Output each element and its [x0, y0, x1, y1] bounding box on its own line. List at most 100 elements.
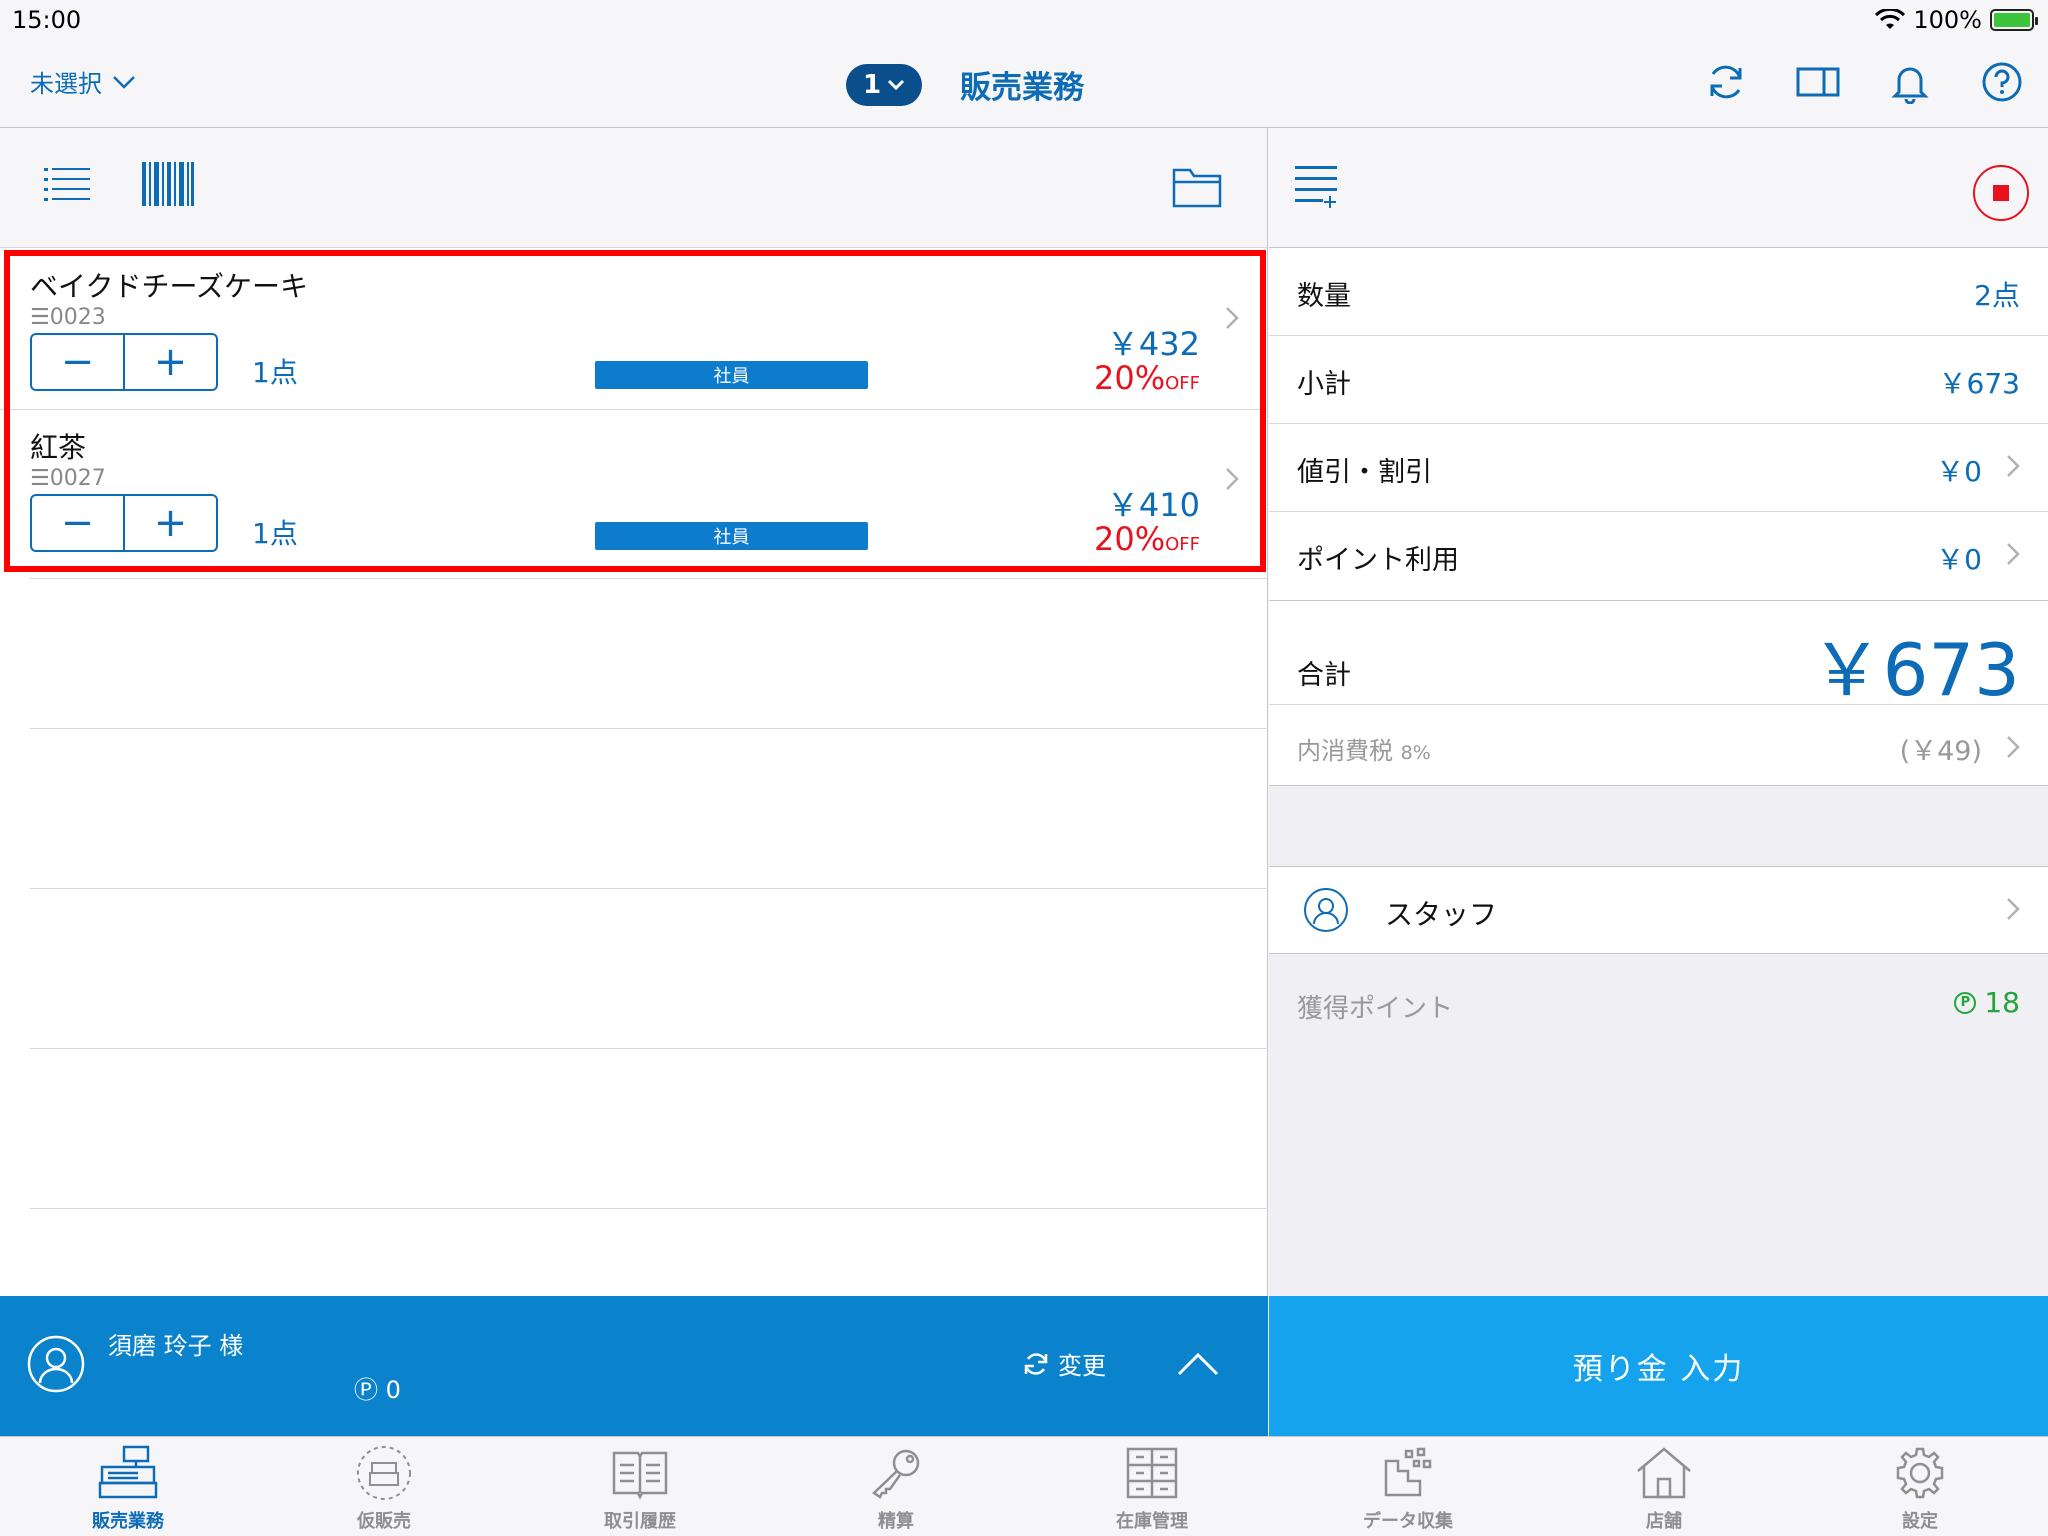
avatar-icon — [27, 1335, 85, 1393]
tab-label: 店舗 — [1646, 1511, 1682, 1532]
customer-select[interactable]: 未選択 — [30, 64, 136, 99]
tab-label: 取引履歴 — [604, 1511, 676, 1532]
item-discount: 20%OFF — [1094, 520, 1200, 558]
change-customer-button[interactable]: 変更 — [1022, 1346, 1106, 1381]
discount-tag: 社員 — [595, 522, 868, 550]
discount-row[interactable]: 値引・割引 ￥0 — [1269, 424, 2048, 512]
item-quantity: 1点 — [252, 356, 298, 389]
sync-icon[interactable] — [1704, 60, 1748, 104]
row-divider — [30, 1208, 1268, 1209]
staff-icon — [1304, 888, 1348, 932]
menu-icon: ☰ — [30, 466, 50, 491]
item-code: ☰0027 — [30, 466, 106, 491]
total-value: ￥673 — [1810, 628, 2020, 712]
battery-icon — [1990, 9, 2038, 31]
item-name: 紅茶 — [30, 431, 87, 464]
settings-icon — [1896, 1447, 1944, 1499]
point-icon: P — [1954, 991, 1977, 1014]
tab-store[interactable]: 店舗 — [1536, 1437, 1792, 1536]
earned-points-label: 獲得ポイント — [1297, 994, 1454, 1024]
summary-toolbar — [1269, 128, 2048, 248]
item-quantity: 1点 — [252, 517, 298, 550]
tab-label: 設定 — [1902, 1511, 1938, 1532]
change-label: 変更 — [1058, 1352, 1106, 1380]
key-icon — [872, 1449, 920, 1499]
bell-icon[interactable] — [1888, 60, 1932, 104]
split-view-icon[interactable] — [1796, 60, 1840, 104]
tab-label: 販売業務 — [92, 1511, 164, 1532]
point-use-label: ポイント利用 — [1297, 545, 1459, 576]
chevron-right-icon[interactable] — [1224, 466, 1240, 492]
quantity-row: 数量 2点 — [1269, 248, 2048, 336]
inventory-icon — [1126, 1447, 1178, 1499]
tab-settlement[interactable]: 精算 — [768, 1437, 1024, 1536]
help-icon[interactable] — [1980, 60, 2024, 104]
deposit-input-button[interactable]: 預り金 入力 — [1269, 1296, 2048, 1436]
page-title: 販売業務 — [960, 70, 1084, 106]
point-use-value: ￥0 — [1936, 543, 1982, 576]
tab-inventory[interactable]: 在庫管理 — [1024, 1437, 1280, 1536]
tab-bar: 販売業務 仮販売 取引履歴 精算 在庫管理 データ収集 店舗 設定 — [0, 1436, 2048, 1536]
tab-temp-sale[interactable]: 仮販売 — [256, 1437, 512, 1536]
decrease-button[interactable]: − — [32, 496, 123, 550]
quantity-stepper: − + — [30, 494, 218, 552]
stop-recording-icon[interactable] — [1972, 164, 2030, 222]
menu-icon: ☰ — [30, 305, 50, 330]
barcode-icon[interactable] — [142, 162, 194, 206]
tab-label: 精算 — [878, 1511, 914, 1532]
summary-list: 数量 2点 小計 ￥673 値引・割引 ￥0 ポイント利用 ￥0 — [1269, 248, 2048, 601]
tab-data-collection[interactable]: データ収集 — [1280, 1437, 1536, 1536]
row-divider — [30, 728, 1268, 729]
nav-actions — [1704, 60, 2024, 104]
staff-row[interactable]: スタッフ — [1269, 866, 2048, 954]
register-number: 1 — [862, 69, 882, 100]
subtotal-row: 小計 ￥673 — [1269, 336, 2048, 424]
earned-points-row: 獲得ポイント P 18 — [1269, 954, 2048, 1042]
total-block: 合計 ￥673 内消費税 8% (￥49) — [1269, 601, 2048, 786]
chevron-right-icon — [2007, 455, 2020, 477]
chevron-down-icon — [887, 79, 905, 90]
battery-percent: 100% — [1913, 6, 1982, 34]
discount-tag: 社員 — [595, 361, 868, 389]
decrease-button[interactable]: − — [32, 335, 123, 389]
tax-row[interactable]: 内消費税 8% (￥49) — [1269, 705, 2048, 785]
increase-button[interactable]: + — [123, 496, 216, 550]
list-icon[interactable] — [44, 164, 92, 204]
increase-button[interactable]: + — [123, 335, 216, 389]
customer-bar[interactable]: 須磨 玲子 様 Ⓟ 0 変更 — [0, 1296, 1268, 1436]
sync-icon — [1024, 1352, 1048, 1375]
add-note-icon[interactable] — [1295, 164, 1341, 210]
temp-sale-icon — [357, 1446, 411, 1500]
chevron-up-icon[interactable] — [1176, 1348, 1220, 1378]
chevron-down-icon — [113, 75, 135, 89]
customer-name: 須磨 玲子 様 — [108, 1332, 244, 1360]
tab-sales[interactable]: 販売業務 — [0, 1437, 256, 1536]
tab-label: データ収集 — [1363, 1511, 1453, 1532]
tab-history[interactable]: 取引履歴 — [512, 1437, 768, 1536]
total-label: 合計 — [1297, 660, 1351, 691]
register-selector[interactable]: 1 — [846, 63, 922, 106]
quantity-value: 2点 — [1974, 279, 2020, 312]
tax-label: 内消費税 8% — [1297, 737, 1431, 765]
item-code: ☰0023 — [30, 305, 106, 330]
tab-settings[interactable]: 設定 — [1792, 1437, 2048, 1536]
row-divider — [30, 1048, 1268, 1049]
chevron-right-icon[interactable] — [1224, 305, 1240, 331]
total-row: 合計 ￥673 — [1269, 601, 2048, 712]
point-icon: Ⓟ — [354, 1376, 378, 1404]
discount-label: 値引・割引 — [1297, 457, 1432, 488]
status-bar: 15:00 100% — [0, 0, 2048, 40]
item-name: ベイクドチーズケーキ — [30, 270, 309, 303]
cart-toolbar — [0, 128, 1267, 248]
cart-item[interactable]: ベイクドチーズケーキ ☰0023 − + 1点 社員 ￥432 20%OFF — [0, 249, 1268, 409]
nav-center: 1 販売業務 — [846, 62, 1084, 107]
customer-points: Ⓟ 0 — [354, 1376, 401, 1404]
point-use-row[interactable]: ポイント利用 ￥0 — [1269, 512, 2048, 600]
chevron-right-icon — [2007, 543, 2020, 565]
status-time: 15:00 — [12, 6, 82, 34]
quantity-stepper: − + — [30, 333, 218, 391]
quantity-label: 数量 — [1297, 281, 1351, 312]
folder-icon[interactable] — [1172, 166, 1222, 208]
cart-item[interactable]: 紅茶 ☰0027 − + 1点 社員 ￥410 20%OFF — [0, 409, 1268, 569]
staff-label: スタッフ — [1385, 898, 1498, 931]
